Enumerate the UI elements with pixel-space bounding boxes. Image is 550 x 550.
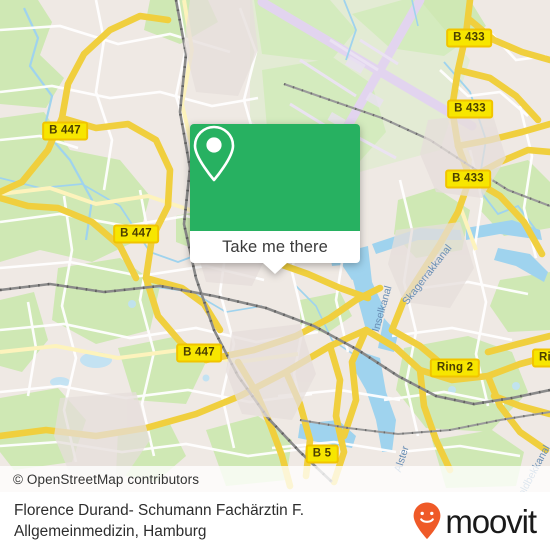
- footer-bar: Florence Durand- Schumann Fachärztin F. …: [0, 492, 550, 550]
- map-canvas[interactable]: InselkanalSkagerrakkanalAlsterGoldbekkan…: [0, 0, 550, 492]
- moovit-wordmark: moovit: [445, 502, 537, 540]
- road-shield: B 433: [445, 169, 491, 189]
- take-me-there-button[interactable]: Take me there: [190, 231, 360, 274]
- road-shield: B 447: [176, 343, 222, 363]
- moovit-logo[interactable]: moovit: [412, 501, 537, 541]
- moovit-map-card: InselkanalSkagerrakkanalAlsterGoldbekkan…: [0, 0, 550, 550]
- osm-attribution-text: © OpenStreetMap contributors: [13, 471, 200, 487]
- road-shield: Ring 2: [429, 358, 481, 378]
- location-popup-card[interactable]: Take me there: [190, 124, 360, 274]
- road-shield: B 5: [305, 444, 339, 464]
- road-shield: B 447: [42, 121, 88, 141]
- map-pin-icon: [193, 125, 235, 182]
- popup-tail: [263, 263, 287, 274]
- moovit-smiley-pin-icon: [413, 502, 441, 539]
- road-shield: B 433: [447, 99, 493, 119]
- take-me-there-label: Take me there: [222, 237, 328, 256]
- place-title: Florence Durand- Schumann Fachärztin F. …: [14, 502, 304, 540]
- road-shield: B 433: [446, 28, 492, 48]
- popup-pin-panel: [190, 124, 360, 231]
- road-shield: B 447: [113, 224, 159, 244]
- osm-attribution[interactable]: © OpenStreetMap contributors: [0, 466, 550, 492]
- road-shield: Ri: [532, 348, 550, 368]
